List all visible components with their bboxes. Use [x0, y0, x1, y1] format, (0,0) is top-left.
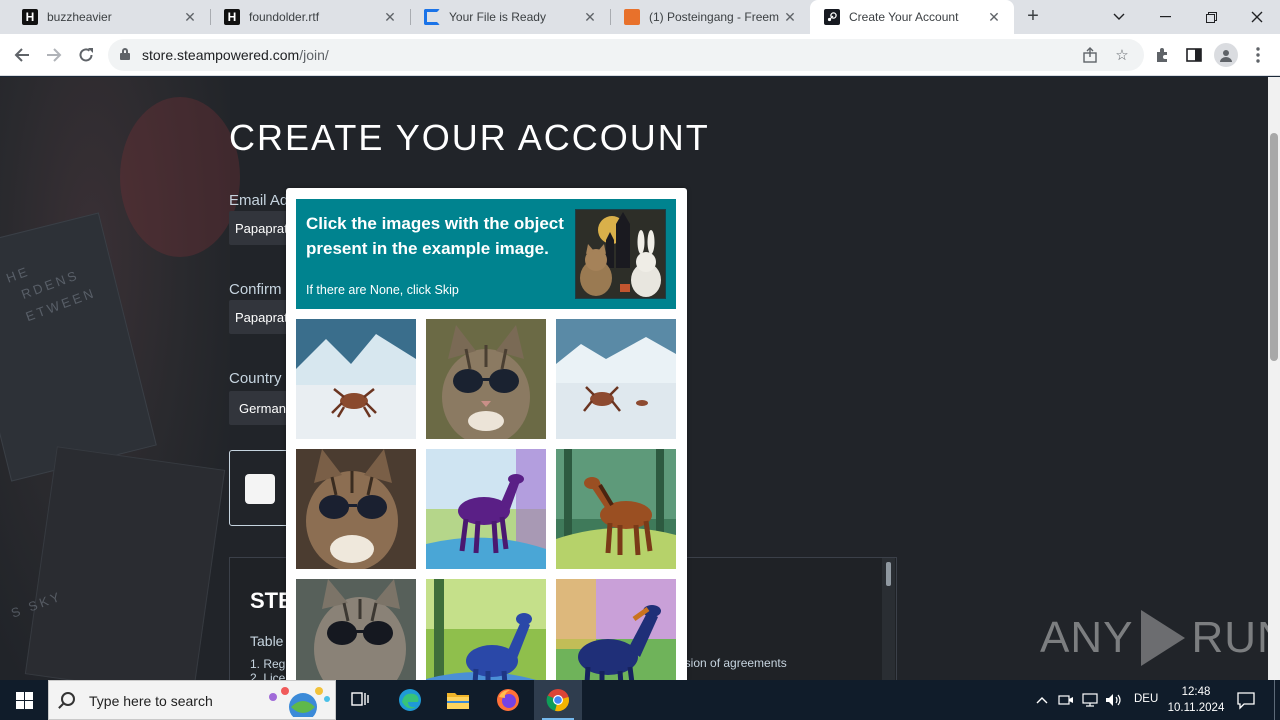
browser-toolbar: store.steampowered.com/join/ ☆ [0, 34, 1280, 76]
show-hidden-icons-chevron-icon[interactable] [1032, 690, 1052, 710]
window-close-icon[interactable] [1234, 0, 1280, 34]
agreement-toc-item[interactable]: usion of agreements [678, 656, 787, 670]
firefox-icon[interactable] [484, 680, 532, 720]
agreement-scrollbar-thumb[interactable] [886, 562, 891, 586]
tab-foundolder[interactable]: H foundolder.rtf ✕ [210, 0, 410, 34]
new-tab-plus-icon[interactable]: + [1022, 6, 1044, 28]
agreement-toc-item[interactable]: 2. Lice [250, 671, 285, 680]
tab-strip: H buzzheavier ✕ H foundolder.rtf ✕ Your … [0, 0, 1280, 34]
captcha-tile-cat-sunglasses[interactable] [296, 449, 416, 569]
page-scrollbar[interactable] [1268, 77, 1280, 680]
restore-icon[interactable] [1188, 0, 1234, 34]
windows-logo-icon [15, 691, 33, 709]
captcha-tile-crab[interactable] [556, 319, 676, 439]
captcha-prompt-banner: Click the images with the object present… [296, 199, 676, 309]
anyrun-watermark: ANYRUN [1040, 610, 1268, 666]
edge-browser-icon[interactable] [386, 680, 434, 720]
captcha-tile-crab[interactable] [296, 319, 416, 439]
page-title: CREATE YOUR ACCOUNT [229, 117, 710, 158]
tab-title: Your File is Ready [449, 10, 546, 24]
captcha-tile-purple-horse[interactable] [426, 449, 546, 569]
captcha-checkbox-container [229, 450, 289, 526]
tab-title: (1) Posteingang - Freem [649, 10, 780, 24]
captcha-tile-brown-horse[interactable] [556, 449, 676, 569]
play-logo-icon [1141, 610, 1186, 666]
tab-posteingang[interactable]: (1) Posteingang - Freem ✕ [610, 0, 810, 34]
agreement-toc-item[interactable]: 1. Reg [250, 657, 285, 671]
page-scrollbar-thumb[interactable] [1270, 133, 1278, 361]
captcha-example-image [575, 209, 666, 299]
share-icon[interactable] [1080, 45, 1100, 65]
task-view-icon[interactable] [336, 680, 384, 720]
windows-start-button[interactable] [0, 680, 48, 720]
email-field[interactable]: Papaprat [229, 211, 289, 245]
captcha-tile-blue-horse[interactable] [556, 579, 676, 680]
close-icon[interactable]: ✕ [986, 9, 1002, 26]
forward-arrow-icon[interactable] [42, 43, 66, 67]
search-placeholder: Type here to search [89, 693, 213, 709]
agreement-toc-heading: Table [250, 633, 284, 649]
meet-now-icon[interactable] [1056, 690, 1076, 710]
minimize-icon[interactable] [1142, 0, 1188, 34]
country-label: Country [229, 370, 282, 387]
tab-create-your-account[interactable]: Create Your Account ✕ [810, 0, 1014, 34]
back-arrow-icon[interactable] [10, 43, 34, 67]
loading-ring-icon [424, 9, 440, 25]
extensions-puzzle-icon[interactable] [1150, 43, 1174, 67]
close-icon[interactable]: ✕ [382, 9, 398, 26]
taskbar-search-box[interactable]: Type here to search [48, 680, 336, 720]
close-icon[interactable]: ✕ [582, 9, 598, 26]
reload-icon[interactable] [74, 43, 98, 67]
confirm-email-field[interactable]: Papaprat [229, 300, 289, 334]
close-icon[interactable]: ✕ [782, 9, 798, 26]
volume-icon[interactable] [1104, 690, 1124, 710]
captcha-tile-cat-sunglasses[interactable] [426, 319, 546, 439]
captcha-prompt-text: Click the images with the object present… [306, 214, 564, 258]
tab-your-file-is-ready[interactable]: Your File is Ready ✕ [410, 0, 610, 34]
profile-avatar-icon[interactable] [1214, 43, 1238, 67]
side-panel-icon[interactable] [1182, 43, 1206, 67]
h-icon: H [224, 9, 240, 25]
captcha-sub-prompt: If there are None, click Skip [306, 283, 459, 297]
chrome-icon[interactable] [534, 680, 582, 720]
captcha-tile-blue-horse[interactable] [426, 579, 546, 680]
tab-buzzheavier[interactable]: H buzzheavier ✕ [8, 0, 210, 34]
show-desktop-button[interactable] [1274, 680, 1275, 720]
menu-kebab-icon[interactable] [1246, 43, 1270, 67]
captcha-tile-cat-sunglasses[interactable] [296, 579, 416, 680]
background-artwork: HE RDENS ETWEEN S SKY [0, 77, 240, 680]
network-icon[interactable] [1080, 690, 1100, 710]
close-icon[interactable]: ✕ [182, 9, 198, 26]
system-clock[interactable]: 12:48 10.11.2024 [1166, 684, 1226, 716]
tab-title: foundolder.rtf [249, 10, 320, 24]
clock-time: 12:48 [1181, 686, 1211, 698]
h-icon: H [22, 9, 38, 25]
lock-icon[interactable] [120, 48, 130, 60]
email-label: Email Ad [229, 192, 289, 209]
windows-taskbar: Type here to search DEU 12:48 10.11.2024 [0, 680, 1280, 720]
url-text: store.steampowered.com/join/ [142, 47, 329, 63]
tab-search-chevron-icon[interactable] [1096, 0, 1142, 34]
search-highlight-globe-icon [269, 687, 330, 717]
tab-title: Create Your Account [849, 10, 959, 24]
tab-title: buzzheavier [47, 10, 112, 24]
file-explorer-icon[interactable] [434, 680, 482, 720]
freemail-icon [624, 9, 640, 25]
captcha-checkbox[interactable] [245, 474, 275, 504]
steam-icon [824, 9, 840, 25]
confirm-email-label: Confirm [229, 281, 282, 298]
clock-date: 10.11.2024 [1167, 702, 1225, 714]
notifications-icon[interactable] [1236, 690, 1256, 710]
address-bar[interactable]: store.steampowered.com/join/ ☆ [108, 39, 1144, 71]
country-select[interactable]: German [229, 391, 289, 425]
input-language-indicator[interactable]: DEU [1134, 693, 1158, 705]
search-icon [61, 692, 75, 706]
captcha-challenge-popup: Click the images with the object present… [286, 188, 687, 680]
bookmark-star-icon[interactable]: ☆ [1112, 45, 1132, 65]
